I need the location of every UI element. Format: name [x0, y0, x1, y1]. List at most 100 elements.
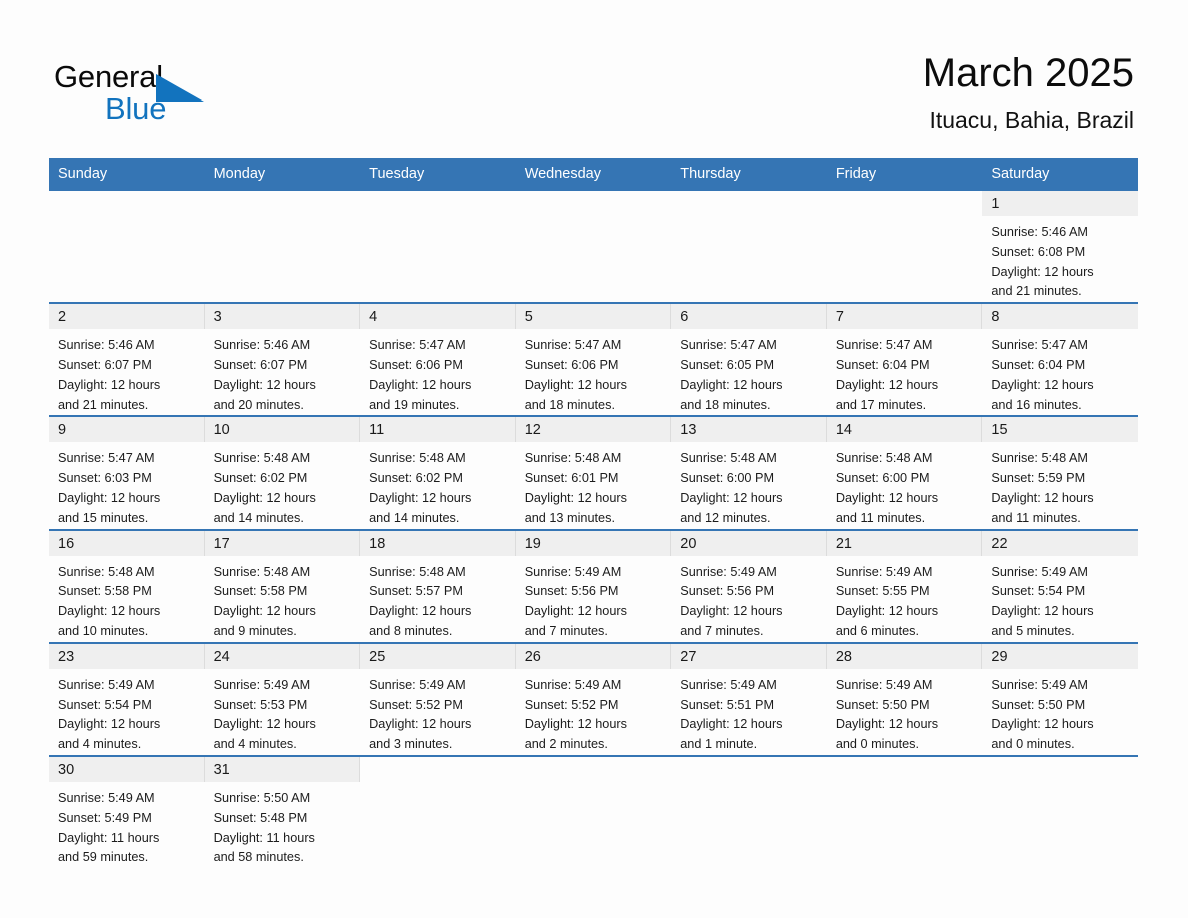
calendar-cell-empty — [671, 754, 827, 869]
calendar-day-cell[interactable]: 27 Sunrise: 5:49 AM Sunset: 5:51 PM Dayligh… — [671, 641, 827, 756]
calendar-cell-empty — [360, 754, 516, 869]
general-blue-logo[interactable]: General Blue — [54, 58, 254, 130]
day-details: Sunrise: 5:49 AM Sunset: 5:54 PM Daylight:… — [982, 556, 1138, 642]
calendar-day-cell[interactable]: 24 Sunrise: 5:49 AM Sunset: 5:53 PM Dayligh… — [204, 641, 361, 756]
calendar-day-cell[interactable]: 30 Sunrise: 5:49 AM Sunset: 5:49 PM Dayligh… — [49, 754, 205, 869]
calendar-day-cell[interactable]: 29 Sunrise: 5:49 AM Sunset: 5:50 PM Dayligh… — [982, 641, 1138, 756]
calendar-day-cell[interactable]: 23 Sunrise: 5:49 AM Sunset: 5:54 PM Dayligh… — [49, 641, 205, 756]
calendar-day-cell[interactable]: 5 Sunrise: 5:47 AM Sunset: 6:06 PM Daylight… — [515, 302, 672, 417]
day-number: 18 — [360, 530, 516, 556]
calendar-week-row: 9 Sunrise: 5:47 AM Sunset: 6:03 PM Daylight… — [49, 415, 1138, 530]
day-details: Sunrise: 5:48 AM Sunset: 5:59 PM Daylight:… — [982, 442, 1138, 528]
day-number: 26 — [515, 643, 672, 669]
day-detail-sunset: Sunset: 5:48 PM — [213, 810, 308, 825]
day-details: Sunrise: 5:47 AM Sunset: 6:03 PM Daylight:… — [49, 442, 205, 528]
day-number: 14 — [826, 417, 983, 443]
day-detail-daylightl1: Daylight: 12 hours — [835, 717, 939, 732]
day-detail-sunrise: Sunrise: 5:46 AM — [991, 225, 1088, 239]
day-detail-sunset: Sunset: 5:58 PM — [213, 584, 308, 599]
sunrise-sunset-calendar: Sunday Monday Tuesday Wednesday Thursday… — [49, 158, 1138, 869]
day-number: 25 — [360, 643, 516, 669]
calendar-day-cell[interactable]: 8 Sunrise: 5:47 AM Sunset: 6:04 PM Daylight… — [982, 302, 1138, 417]
day-detail-daylightl2: and 7 minutes. — [524, 623, 608, 638]
calendar-day-cell[interactable]: 6 Sunrise: 5:47 AM Sunset: 6:05 PM Daylight… — [671, 302, 827, 417]
day-detail-daylightl1: Daylight: 12 hours — [680, 717, 783, 732]
day-detail-sunrise: Sunrise: 5:48 AM — [369, 564, 466, 579]
calendar-day-cell[interactable]: 15 Sunrise: 5:48 AM Sunset: 5:59 PM Dayligh… — [982, 415, 1138, 530]
day-details: Sunrise: 5:47 AM Sunset: 6:06 PM Daylight:… — [516, 329, 672, 415]
calendar-cell-empty — [826, 191, 983, 304]
day-detail-daylightl1: Daylight: 12 hours — [213, 377, 316, 392]
calendar-day-cell[interactable]: 22 Sunrise: 5:49 AM Sunset: 5:54 PM Dayligh… — [982, 528, 1138, 643]
day-detail-daylightl1: Daylight: 12 hours — [58, 717, 161, 732]
calendar-day-cell[interactable]: 28 Sunrise: 5:49 AM Sunset: 5:50 PM Dayligh… — [826, 641, 983, 756]
day-detail-daylightl2: and 19 minutes. — [369, 397, 460, 412]
day-detail-sunrise: Sunrise: 5:49 AM — [58, 677, 155, 692]
day-detail-sunrise: Sunrise: 5:49 AM — [369, 677, 466, 692]
day-number: 9 — [49, 417, 205, 443]
page-title: March 2025 — [922, 51, 1134, 95]
calendar-day-cell[interactable]: 13 Sunrise: 5:48 AM Sunset: 6:00 PM Dayligh… — [671, 415, 827, 530]
day-detail-daylightl2: and 0 minutes. — [991, 737, 1075, 752]
calendar-day-cell[interactable]: 25 Sunrise: 5:49 AM Sunset: 5:52 PM Dayligh… — [360, 641, 516, 756]
day-detail-daylightl2: and 13 minutes. — [524, 510, 615, 525]
calendar-day-cell[interactable]: 14 Sunrise: 5:48 AM Sunset: 6:00 PM Dayligh… — [826, 415, 983, 530]
day-detail-sunset: Sunset: 5:57 PM — [369, 584, 463, 599]
day-details: Sunrise: 5:46 AM Sunset: 6:07 PM Daylight:… — [205, 329, 361, 415]
calendar-day-cell[interactable]: 18 Sunrise: 5:48 AM Sunset: 5:57 PM Dayligh… — [360, 528, 516, 643]
calendar-day-cell[interactable]: 12 Sunrise: 5:48 AM Sunset: 6:01 PM Dayligh… — [515, 415, 672, 530]
calendar-day-cell[interactable]: 21 Sunrise: 5:49 AM Sunset: 5:55 PM Dayligh… — [826, 528, 983, 643]
day-number — [826, 756, 983, 782]
calendar-day-cell[interactable]: 16 Sunrise: 5:48 AM Sunset: 5:58 PM Dayligh… — [49, 528, 205, 643]
calendar-day-cell[interactable]: 10 Sunrise: 5:48 AM Sunset: 6:02 PM Dayligh… — [204, 415, 361, 530]
day-number: 13 — [671, 417, 827, 443]
day-detail-daylightl2: and 5 minutes. — [991, 623, 1075, 638]
day-number: 29 — [982, 643, 1138, 669]
calendar-cell-empty — [671, 191, 827, 304]
calendar-day-cell[interactable]: 1 Sunrise: 5:46 AM Sunset: 6:08 PM Daylight… — [982, 191, 1138, 304]
day-detail-sunset: Sunset: 6:02 PM — [369, 471, 463, 486]
day-detail-sunrise: Sunrise: 5:49 AM — [680, 564, 777, 579]
day-detail-daylightl2: and 21 minutes. — [991, 284, 1082, 299]
day-number: 6 — [671, 304, 827, 330]
day-number: 20 — [671, 530, 827, 556]
calendar-day-cell[interactable]: 26 Sunrise: 5:49 AM Sunset: 5:52 PM Dayligh… — [515, 641, 672, 756]
day-number: 15 — [982, 417, 1138, 443]
day-details: Sunrise: 5:49 AM Sunset: 5:53 PM Daylight:… — [205, 669, 361, 755]
day-number — [360, 756, 516, 782]
day-detail-daylightl2: and 14 minutes. — [213, 510, 304, 525]
day-details: Sunrise: 5:47 AM Sunset: 6:05 PM Daylight:… — [671, 329, 827, 415]
day-details: Sunrise: 5:49 AM Sunset: 5:56 PM Daylight:… — [516, 556, 672, 642]
day-number: 27 — [671, 643, 827, 669]
day-detail-sunrise: Sunrise: 5:48 AM — [213, 451, 311, 466]
calendar-day-cell[interactable]: 9 Sunrise: 5:47 AM Sunset: 6:03 PM Daylight… — [49, 415, 205, 530]
calendar-day-cell[interactable]: 17 Sunrise: 5:48 AM Sunset: 5:58 PM Dayligh… — [204, 528, 361, 643]
day-detail-daylightl1: Daylight: 12 hours — [991, 717, 1094, 732]
calendar-day-cell[interactable]: 3 Sunrise: 5:46 AM Sunset: 6:07 PM Daylight… — [204, 302, 361, 417]
day-detail-daylightl2: and 6 minutes. — [835, 623, 920, 638]
day-detail-sunset: Sunset: 6:06 PM — [369, 357, 463, 372]
calendar-day-cell[interactable]: 7 Sunrise: 5:47 AM Sunset: 6:04 PM Daylight… — [826, 302, 983, 417]
calendar-day-cell[interactable]: 11 Sunrise: 5:48 AM Sunset: 6:02 PM Dayligh… — [360, 415, 516, 530]
day-detail-sunrise: Sunrise: 5:49 AM — [524, 564, 622, 579]
calendar-day-cell[interactable]: 4 Sunrise: 5:47 AM Sunset: 6:06 PM Daylight… — [360, 302, 516, 417]
day-detail-sunrise: Sunrise: 5:48 AM — [58, 564, 155, 579]
day-detail-daylightl1: Daylight: 12 hours — [524, 717, 627, 732]
day-detail-daylightl2: and 59 minutes. — [58, 850, 149, 865]
day-number — [982, 756, 1138, 782]
weekday-header-monday: Monday — [204, 158, 361, 191]
day-detail-sunset: Sunset: 5:56 PM — [524, 584, 619, 599]
calendar-day-cell[interactable]: 19 Sunrise: 5:49 AM Sunset: 5:56 PM Dayligh… — [515, 528, 672, 643]
day-details: Sunrise: 5:47 AM Sunset: 6:06 PM Daylight:… — [360, 329, 516, 415]
calendar-day-cell[interactable]: 31 Sunrise: 5:50 AM Sunset: 5:48 PM Dayligh… — [204, 754, 361, 869]
day-detail-daylightl1: Daylight: 12 hours — [369, 377, 472, 392]
location-subtitle: Ituacu, Bahia, Brazil — [929, 107, 1134, 133]
day-detail-sunset: Sunset: 5:50 PM — [991, 697, 1086, 712]
day-number — [360, 191, 516, 216]
day-details: Sunrise: 5:48 AM Sunset: 6:02 PM Daylight:… — [205, 442, 361, 528]
calendar-day-cell[interactable]: 2 Sunrise: 5:46 AM Sunset: 6:07 PM Daylight… — [49, 302, 205, 417]
day-detail-sunset: Sunset: 6:07 PM — [58, 357, 152, 372]
calendar-day-cell[interactable]: 20 Sunrise: 5:49 AM Sunset: 5:56 PM Dayligh… — [671, 528, 827, 643]
day-details: Sunrise: 5:47 AM Sunset: 6:04 PM Daylight:… — [982, 329, 1138, 415]
day-detail-sunrise: Sunrise: 5:48 AM — [835, 451, 933, 466]
